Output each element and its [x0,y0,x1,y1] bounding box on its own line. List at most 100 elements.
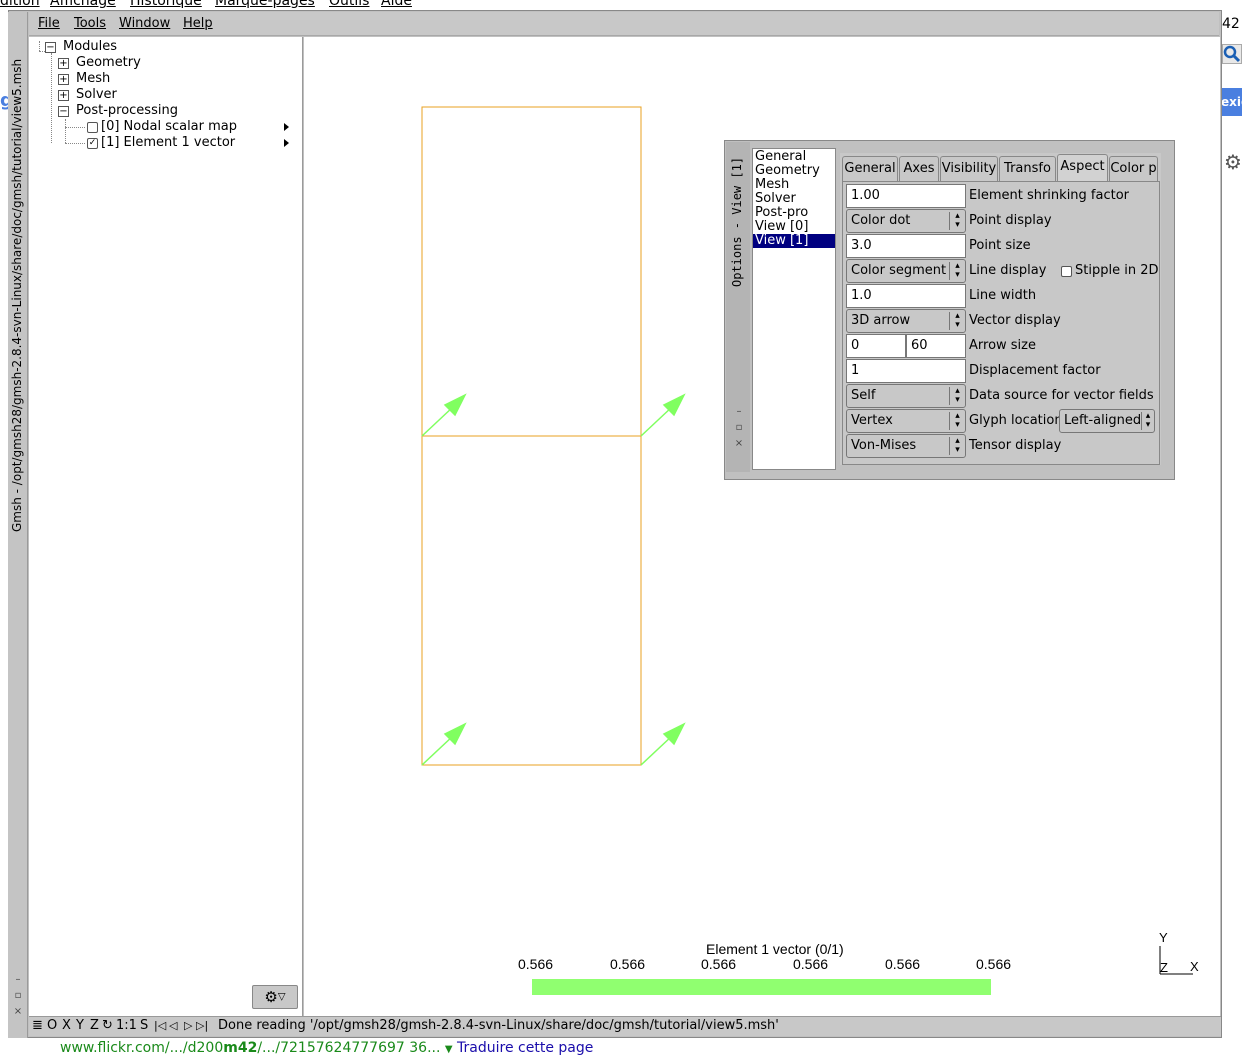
mesh-element-bottom [421,435,642,766]
expand-icon[interactable]: + [58,74,69,85]
shrink-factor-input[interactable]: 1.00 [846,184,966,208]
x-view-button[interactable]: X [62,1017,71,1035]
options-title-bar[interactable]: Options - View [1] – ▫ × [726,142,750,472]
menu-help[interactable]: Help [183,16,213,31]
scale-tick-label: 0.566 [518,956,554,972]
tree-view0[interactable]: [0] Nodal scalar map [101,119,237,134]
bg-menu-view[interactable]: Affichage [50,0,116,8]
line-width-input[interactable]: 1.0 [846,284,966,308]
category-general[interactable]: General [755,150,806,164]
maximize-icon[interactable]: ▫ [13,988,23,1004]
menu-file[interactable]: File [38,16,60,31]
point-display-select[interactable]: Color dot ▴ ▾ [846,209,966,233]
expand-icon[interactable]: + [58,90,69,101]
bg-menu-tools[interactable]: Outils [329,0,369,8]
next-step-icon[interactable]: ▷ [184,1017,192,1035]
scale-color-bar [532,979,991,995]
bg-menu-edit[interactable]: dition [0,0,40,8]
stipple-label: Stipple in 2D [1075,263,1159,278]
tree-modules[interactable]: Modules [63,39,117,54]
background-search-result-link[interactable]: www.flickr.com/.../d200m42/.../721576247… [60,1040,593,1056]
tree-view1[interactable]: [1] Element 1 vector [101,135,235,150]
bg-gear-icon[interactable]: ⚙ [1224,150,1242,174]
first-step-icon[interactable]: |◁ [154,1017,166,1035]
last-step-icon[interactable]: ▷| [196,1017,208,1035]
window-title-bar[interactable]: Gmsh - /opt/gmsh28/gmsh-2.8.4-svn-Linux/… [8,12,28,1038]
dropdown-icon[interactable]: ▼ [445,1044,453,1055]
point-size-input[interactable]: 3.0 [846,234,966,258]
settings-menu-button[interactable]: ⚙▽ [252,985,298,1009]
status-message: Done reading '/opt/gmsh28/gmsh-2.8.4-svn… [218,1018,779,1033]
scale-tick-label: 0.566 [976,956,1012,972]
category-view0[interactable]: View [0] [755,220,808,234]
select-arrows-icon: ▴ ▾ [949,387,965,405]
select-button[interactable]: S [140,1017,148,1035]
select-arrows-icon: ▴ ▾ [949,312,965,330]
select-arrows-icon: ▴ ▾ [949,262,965,280]
glyph-location-select[interactable]: Vertex ▴ ▾ [846,409,966,433]
collapse-icon[interactable]: − [45,42,56,53]
glyph-align-select[interactable]: Left-aligned ▴ ▾ [1059,409,1155,433]
tab-general[interactable]: General [842,156,898,182]
category-postpro[interactable]: Post-pro [755,206,808,220]
scale-tick-label: 0.566 [885,956,921,972]
maximize-icon[interactable]: ▫ [734,420,744,436]
data-source-select[interactable]: Self ▴ ▾ [846,384,966,408]
menu-window[interactable]: Window [119,16,170,31]
category-solver[interactable]: Solver [755,192,796,206]
category-geometry[interactable]: Geometry [755,164,820,178]
arrow-size-min-input[interactable]: 0 [846,334,906,358]
dropdown-icon: ▽ [277,991,286,1003]
point-size-label: Point size [969,238,1031,253]
tab-visibility[interactable]: Visibility [940,156,998,182]
module-tree: − Modules + Geometry + Mesh + Solver − P… [29,37,303,1016]
tab-axes[interactable]: Axes [899,156,939,182]
prev-step-icon[interactable]: ◁ [169,1017,177,1035]
menu-toggle-icon[interactable]: ≣ [32,1017,43,1035]
glyph-location-label: Glyph location [969,413,1063,428]
category-view1[interactable]: View [1] [753,234,835,248]
z-view-button[interactable]: Z [90,1017,99,1035]
arrow-size-max-input[interactable]: 60 [906,334,966,358]
displacement-factor-input[interactable]: 1 [846,359,966,383]
tree-mesh[interactable]: Mesh [76,71,110,86]
tab-color[interactable]: Color p [1109,156,1158,182]
translate-link[interactable]: Traduire cette page [457,1040,593,1056]
close-icon[interactable]: × [13,1004,23,1020]
bg-connect-button[interactable]: exio [1221,88,1242,116]
bg-menu-history[interactable]: Historique [130,0,202,8]
bg-menu-help[interactable]: Aide [381,0,412,8]
tensor-display-select[interactable]: Von-Mises ▴ ▾ [846,434,966,458]
result-url[interactable]: www.flickr.com/.../d200m42/.../721576247… [60,1040,440,1056]
expand-icon[interactable]: + [58,58,69,69]
collapse-icon[interactable]: − [58,106,69,117]
tree-solver[interactable]: Solver [76,87,117,102]
stipple-checkbox[interactable] [1061,266,1072,277]
ortho-button[interactable]: O [47,1017,57,1035]
minimize-icon[interactable]: – [13,972,23,988]
menu-tools[interactable]: Tools [74,16,106,31]
gear-icon: ⚙ [264,988,278,1006]
view1-menu-arrow-icon[interactable] [284,139,289,147]
tree-geometry[interactable]: Geometry [76,55,141,70]
tab-aspect[interactable]: Aspect [1057,154,1108,182]
window-controls: – ▫ × [13,972,23,1020]
view1-checkbox[interactable]: ✓ [87,138,98,149]
shrink-factor-label: Element shrinking factor [969,188,1130,203]
axis-z-label: Z [1160,960,1168,975]
tab-transfo[interactable]: Transfo [999,156,1056,182]
view0-menu-arrow-icon[interactable] [284,123,289,131]
rotate-icon[interactable]: ↻ [102,1017,113,1035]
bg-search-button[interactable] [1222,44,1242,64]
y-view-button[interactable]: Y [76,1017,84,1035]
scale-tick-label: 0.566 [610,956,646,972]
scale-reset-button[interactable]: 1:1 [116,1017,137,1035]
vector-display-select[interactable]: 3D arrow ▴ ▾ [846,309,966,333]
bg-menu-bookmarks[interactable]: Marque-pages [215,0,315,8]
minimize-icon[interactable]: – [734,404,744,420]
category-mesh[interactable]: Mesh [755,178,789,192]
close-icon[interactable]: × [734,436,744,452]
tree-postprocessing[interactable]: Post-processing [76,103,178,118]
view0-checkbox[interactable] [87,122,98,133]
line-display-select[interactable]: Color segment ▴ ▾ [846,259,966,283]
